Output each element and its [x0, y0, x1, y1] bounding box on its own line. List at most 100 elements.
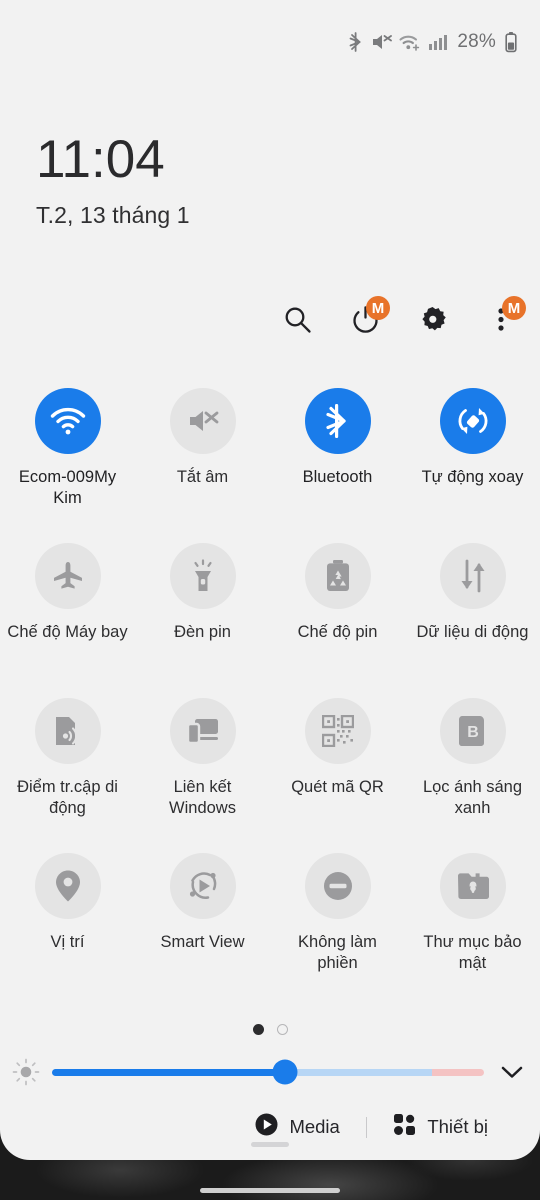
tile-airplane-mode-circle[interactable] — [34, 543, 101, 609]
gear-icon — [421, 306, 446, 330]
more-options-badge: M — [502, 296, 526, 320]
tile-secure-folder-label: Thư mục bảo mật — [423, 933, 522, 972]
tile-mute[interactable]: Tắt âm — [135, 388, 270, 529]
search-icon — [285, 307, 311, 333]
tile-blue-light-filter-circle[interactable]: B — [439, 698, 506, 764]
tile-mobile-hotspot-label: Điểm tr.cập di động — [17, 778, 118, 817]
battery-percent-label: 28% — [457, 31, 496, 52]
page-dot-1[interactable] — [252, 1024, 264, 1035]
page-dot-2[interactable] — [276, 1024, 288, 1035]
tile-mobile-data-circle[interactable] — [439, 543, 506, 609]
tile-wifi-circle[interactable] — [34, 388, 101, 454]
brightness-icon — [0, 1057, 52, 1087]
tile-flashlight-label: Đèn pin — [174, 623, 231, 641]
mobile-data-icon — [461, 559, 484, 593]
tile-location[interactable]: Vị trí — [0, 853, 135, 994]
power-button-badge: M — [366, 296, 390, 320]
blue-light-filter-icon: B — [458, 716, 484, 746]
more-options-button[interactable]: M — [480, 296, 526, 340]
link-to-windows-icon — [186, 719, 218, 745]
search-button[interactable] — [276, 298, 318, 340]
clock-time: 11:04 — [36, 130, 165, 189]
tile-power-saving-circle[interactable] — [304, 543, 371, 609]
tile-smart-view-label: Smart View — [160, 933, 245, 951]
tile-scan-qr-code-label: Quét mã QR — [291, 778, 384, 796]
tile-link-to-windows[interactable]: Liên kết Windows — [135, 698, 270, 839]
bluetooth-icon — [325, 404, 346, 438]
tile-bluetooth-circle[interactable] — [304, 388, 371, 454]
tile-wifi-label: Ecom-009My Kim — [18, 468, 117, 507]
tile-secure-folder-circle[interactable] — [439, 853, 506, 919]
media-button[interactable]: Media — [255, 1113, 340, 1141]
tile-mute-circle[interactable] — [169, 388, 236, 454]
tile-mobile-hotspot[interactable]: Điểm tr.cập di động — [0, 698, 135, 839]
tile-location-label: Vị trí — [50, 933, 85, 951]
tile-flashlight-circle[interactable] — [169, 543, 236, 609]
status-bar: 28% — [0, 0, 540, 84]
wifi-icon — [50, 407, 85, 435]
clock-date: T.2, 13 tháng 1 — [36, 202, 190, 228]
location-pin-icon — [55, 870, 80, 902]
svg-text:B: B — [467, 724, 479, 741]
secure-folder-icon — [457, 873, 489, 899]
tile-mobile-hotspot-circle[interactable] — [34, 698, 101, 764]
settings-button[interactable] — [412, 298, 454, 340]
grid-squares-icon — [393, 1113, 416, 1141]
tile-wifi[interactable]: Ecom-009My Kim — [0, 388, 135, 529]
tile-blue-light-filter-label: Lọc ánh sáng xanh — [422, 778, 523, 817]
tile-airplane-mode[interactable]: Chế độ Máy bay — [0, 543, 135, 684]
bluetooth-icon — [349, 32, 364, 52]
battery-saver-icon — [326, 560, 349, 591]
devices-label: Thiết bị — [427, 1116, 488, 1137]
tile-flashlight[interactable]: Đèn pin — [135, 543, 270, 684]
tile-auto-rotate-circle[interactable] — [439, 388, 506, 454]
tile-smart-view-circle[interactable] — [169, 853, 236, 919]
power-button[interactable]: M — [344, 296, 390, 340]
tile-do-not-disturb-circle[interactable] — [304, 853, 371, 919]
volume-mute-icon — [189, 411, 218, 431]
devices-button[interactable]: Thiết bị — [393, 1113, 488, 1141]
tile-secure-folder[interactable]: Thư mục bảo mật — [405, 853, 540, 994]
tile-location-circle[interactable] — [34, 853, 101, 919]
quick-settings-header-actions: M M — [276, 296, 526, 340]
tile-scan-qr-code[interactable]: Quét mã QR — [270, 698, 405, 839]
tile-blue-light-filter[interactable]: B Lọc ánh sáng xanh — [405, 698, 540, 839]
tile-auto-rotate-label: Tự động xoay — [421, 468, 524, 486]
tile-scan-qr-code-circle[interactable] — [304, 698, 371, 764]
brightness-slider-track[interactable] — [52, 1059, 484, 1085]
tile-mobile-data[interactable]: Dữ liệu di động — [405, 543, 540, 684]
cellular-signal-icon — [428, 32, 448, 52]
qr-code-icon — [321, 715, 354, 747]
tile-mute-label: Tắt âm — [176, 468, 229, 486]
tile-smart-view[interactable]: Smart View — [135, 853, 270, 994]
smart-view-icon — [189, 872, 216, 899]
brightness-expand-button[interactable] — [484, 1063, 540, 1081]
brightness-row — [0, 1052, 540, 1092]
battery-icon — [504, 31, 518, 53]
quick-settings-tile-grid: Ecom-009My Kim Tắt âm Bluetooth Tự động … — [0, 388, 540, 994]
quick-settings-panel: 28% 11:04 T.2, 13 tháng 1 M M Ecom-009My… — [0, 0, 540, 1160]
page-indicator — [0, 1024, 540, 1035]
tile-do-not-disturb[interactable]: Không làm phiền — [270, 853, 405, 994]
do-not-disturb-icon — [323, 872, 352, 900]
tile-link-to-windows-label: Liên kết Windows — [169, 778, 236, 817]
tile-link-to-windows-circle[interactable] — [169, 698, 236, 764]
chevron-down-icon — [501, 1066, 523, 1078]
tile-mobile-data-label: Dữ liệu di động — [416, 623, 529, 641]
bottom-bar-divider — [365, 1116, 368, 1138]
tile-power-saving[interactable]: Chế độ pin — [270, 543, 405, 684]
wifi-plus-icon — [399, 32, 421, 52]
phone-screen: 28% 11:04 T.2, 13 tháng 1 M M Ecom-009My… — [0, 0, 540, 1200]
tile-bluetooth-label: Bluetooth — [302, 468, 373, 486]
panel-drag-handle[interactable] — [251, 1142, 289, 1147]
media-label: Media — [289, 1116, 340, 1137]
brightness-slider-thumb[interactable] — [272, 1059, 298, 1085]
brightness-slider[interactable] — [52, 1059, 484, 1085]
tile-auto-rotate[interactable]: Tự động xoay — [405, 388, 540, 529]
navigation-gesture-bar[interactable] — [200, 1188, 340, 1193]
play-circle-icon — [255, 1113, 278, 1141]
airplane-icon — [53, 562, 82, 589]
tile-bluetooth[interactable]: Bluetooth — [270, 388, 405, 529]
lockscreen-clock-block: 11:04 T.2, 13 tháng 1 — [36, 132, 190, 229]
hotspot-icon — [55, 717, 77, 745]
